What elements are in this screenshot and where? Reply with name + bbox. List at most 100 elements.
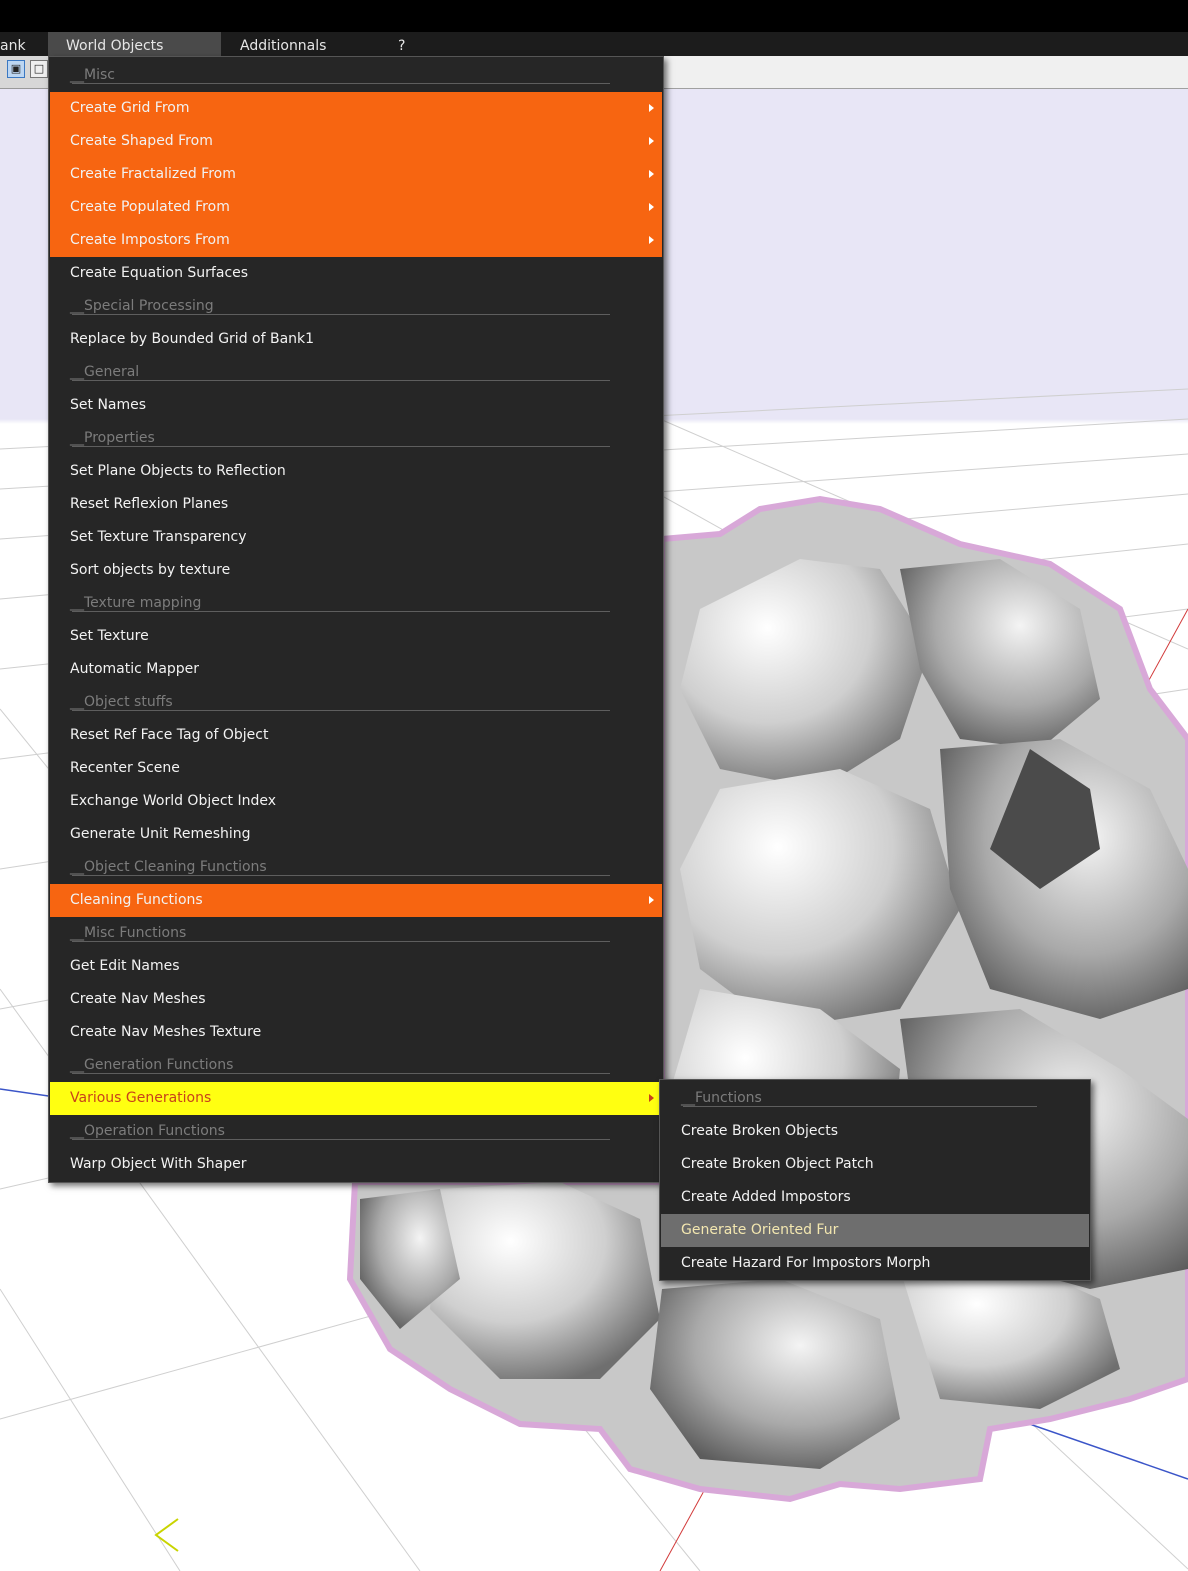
menu-item-label: __Misc (70, 67, 115, 83)
menu-item-sort-objects-by-texture[interactable]: Sort objects by texture (50, 554, 662, 587)
menu-item-label: Create Nav Meshes (70, 991, 206, 1007)
various-generations-submenu: __Functions Create Broken Objects Create B… (659, 1079, 1091, 1281)
menu-item-generate-oriented-fur[interactable]: Generate Oriented Fur (661, 1214, 1089, 1247)
separator-line (72, 380, 610, 381)
menu-item-create-nav-meshes-texture[interactable]: Create Nav Meshes Texture (50, 1016, 662, 1049)
menu-item-various-generations[interactable]: Various Generations (50, 1082, 662, 1115)
menu-item-set-plane-objects-to-reflection[interactable]: Set Plane Objects to Reflection (50, 455, 662, 488)
menu-item-set-names[interactable]: Set Names (50, 389, 662, 422)
separator-object-stuffs: __Object stuffs (50, 686, 662, 719)
menu-world-objects[interactable]: World Objects (48, 32, 221, 56)
menu-bank[interactable]: ank (0, 32, 44, 56)
menu-item-label: __Functions (681, 1090, 762, 1106)
submenu-arrow-icon (649, 170, 654, 178)
separator-line (72, 1073, 610, 1074)
world-objects-dropdown: __Misc Create Grid From Create Shaped From… (48, 56, 664, 1183)
menu-item-label: __Misc Functions (70, 925, 187, 941)
separator-texture-mapping: __Texture mapping (50, 587, 662, 620)
menu-item-create-grid-from[interactable]: Create Grid From (50, 92, 662, 125)
separator-operation-functions: __Operation Functions (50, 1115, 662, 1148)
submenu-arrow-icon (649, 896, 654, 904)
menu-item-exchange-world-object-index[interactable]: Exchange World Object Index (50, 785, 662, 818)
separator-line (72, 611, 610, 612)
separator-functions: __Functions (661, 1082, 1089, 1115)
separator-misc-functions: __Misc Functions (50, 917, 662, 950)
menu-item-create-shaped-from[interactable]: Create Shaped From (50, 125, 662, 158)
separator-line (72, 941, 610, 942)
separator-line (72, 83, 610, 84)
menu-item-reset-reflexion-planes[interactable]: Reset Reflexion Planes (50, 488, 662, 521)
menu-item-label: Create Broken Objects (681, 1123, 839, 1139)
menu-item-label: __Generation Functions (70, 1057, 234, 1073)
menu-item-replace-by-bounded-grid-of-bank1[interactable]: Replace by Bounded Grid of Bank1 (50, 323, 662, 356)
title-bar (0, 0, 1188, 32)
menu-item-create-equation-surfaces[interactable]: Create Equation Surfaces (50, 257, 662, 290)
menu-item-set-texture-transparency[interactable]: Set Texture Transparency (50, 521, 662, 554)
separator-special-processing: __Special Processing (50, 290, 662, 323)
cube-outline-icon[interactable]: □ (30, 60, 48, 78)
menu-item-label: Replace by Bounded Grid of Bank1 (70, 331, 315, 347)
menu-item-label: Set Plane Objects to Reflection (70, 463, 286, 479)
menu-item-get-edit-names[interactable]: Get Edit Names (50, 950, 662, 983)
separator-line (72, 710, 610, 711)
separator-line (72, 1139, 610, 1140)
menu-item-label: Reset Reflexion Planes (70, 496, 229, 512)
submenu-arrow-icon (649, 137, 654, 145)
separator-line (72, 875, 610, 876)
menu-item-label: Warp Object With Shaper (70, 1156, 247, 1172)
menu-item-label: Generate Oriented Fur (681, 1222, 839, 1238)
menu-item-cleaning-functions[interactable]: Cleaning Functions (50, 884, 662, 917)
menu-item-create-added-impostors[interactable]: Create Added Impostors (661, 1181, 1089, 1214)
menu-item-label: __Texture mapping (70, 595, 202, 611)
menu-item-label: Create Added Impostors (681, 1189, 851, 1205)
menu-help[interactable]: ? (398, 32, 418, 56)
menu-item-label: __Properties (70, 430, 155, 446)
menu-item-label: Create Fractalized From (70, 166, 236, 182)
menu-item-label: Create Equation Surfaces (70, 265, 249, 281)
menu-item-label: Set Texture (70, 628, 149, 644)
menu-item-label: __Object stuffs (70, 694, 173, 710)
menu-item-generate-unit-remeshing[interactable]: Generate Unit Remeshing (50, 818, 662, 851)
menu-item-label: Create Shaped From (70, 133, 213, 149)
menu-bar: ank World Objects Additionnals ? (0, 32, 1188, 56)
menu-item-set-texture[interactable]: Set Texture (50, 620, 662, 653)
menu-item-label: Set Names (70, 397, 147, 413)
menu-item-warp-object-with-shaper[interactable]: Warp Object With Shaper (50, 1148, 662, 1181)
menu-item-label: Get Edit Names (70, 958, 180, 974)
menu-item-label: Create Populated From (70, 199, 230, 215)
menu-item-label: Automatic Mapper (70, 661, 200, 677)
menu-item-create-broken-object-patch[interactable]: Create Broken Object Patch (661, 1148, 1089, 1181)
menu-item-automatic-mapper[interactable]: Automatic Mapper (50, 653, 662, 686)
menu-item-create-populated-from[interactable]: Create Populated From (50, 191, 662, 224)
menu-item-label: Various Generations (70, 1090, 212, 1106)
separator-line (683, 1106, 1037, 1107)
separator-misc: __Misc (50, 59, 662, 92)
menu-item-label: Generate Unit Remeshing (70, 826, 251, 842)
menu-item-reset-ref-face-tag-of-object[interactable]: Reset Ref Face Tag of Object (50, 719, 662, 752)
menu-item-label: __Object Cleaning Functions (70, 859, 267, 875)
toolbar: ▣ □ (0, 56, 48, 89)
menu-item-create-broken-objects[interactable]: Create Broken Objects (661, 1115, 1089, 1148)
separator-properties: __Properties (50, 422, 662, 455)
submenu-arrow-icon (649, 1094, 654, 1102)
menu-item-create-impostors-from[interactable]: Create Impostors From (50, 224, 662, 257)
axis-gizmo-icon (154, 1518, 179, 1552)
separator-generation-functions: __Generation Functions (50, 1049, 662, 1082)
menu-item-create-hazard-for-impostors-morph[interactable]: Create Hazard For Impostors Morph (661, 1247, 1089, 1280)
toolbar-strip (664, 56, 1188, 90)
menu-item-create-nav-meshes[interactable]: Create Nav Meshes (50, 983, 662, 1016)
submenu-arrow-icon (649, 104, 654, 112)
menu-item-label: Reset Ref Face Tag of Object (70, 727, 269, 743)
menu-item-recenter-scene[interactable]: Recenter Scene (50, 752, 662, 785)
menu-item-create-fractalized-from[interactable]: Create Fractalized From (50, 158, 662, 191)
menu-additionnals[interactable]: Additionnals (240, 32, 360, 56)
separator-general: __General (50, 356, 662, 389)
menu-item-label: __Operation Functions (70, 1123, 225, 1139)
menu-item-label: Set Texture Transparency (70, 529, 247, 545)
separator-line (72, 446, 610, 447)
menu-item-label: Recenter Scene (70, 760, 180, 776)
menu-item-label: __Special Processing (70, 298, 214, 314)
submenu-arrow-icon (649, 236, 654, 244)
menu-item-label: Create Impostors From (70, 232, 230, 248)
cube-icon[interactable]: ▣ (7, 60, 25, 78)
